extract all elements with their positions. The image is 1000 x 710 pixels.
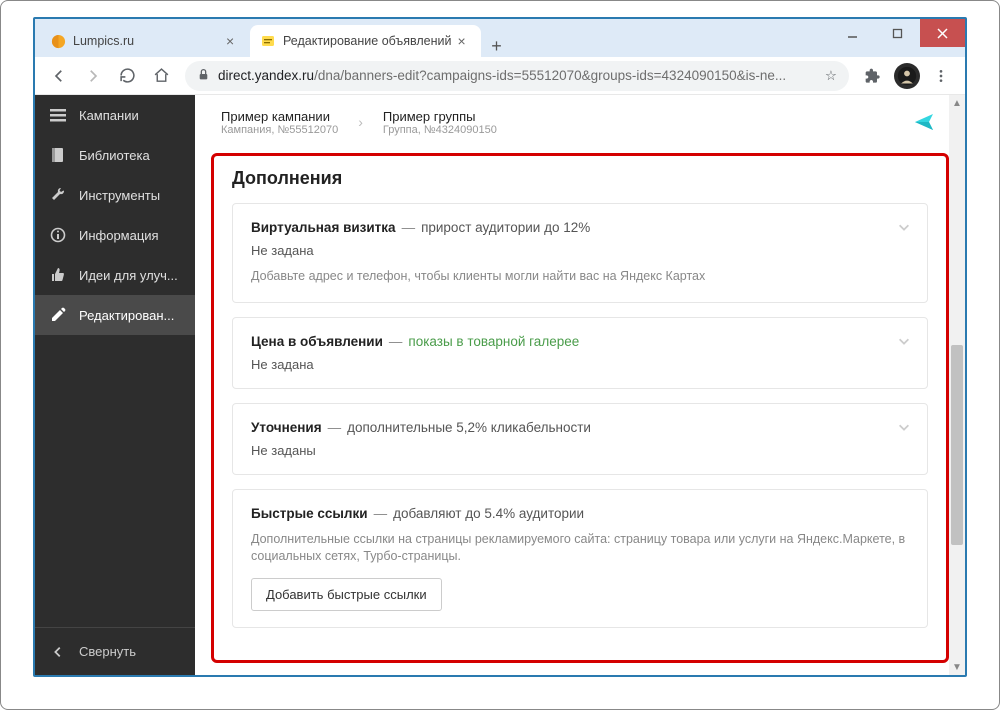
sidebar-item-tools[interactable]: Инструменты xyxy=(35,175,195,215)
sidebar-item-info[interactable]: Информация xyxy=(35,215,195,255)
tab-close-1[interactable]: × xyxy=(226,33,240,49)
sidebar-item-campaigns[interactable]: Кампании xyxy=(35,95,195,135)
wrench-icon xyxy=(49,187,67,203)
sidebar-label: Кампании xyxy=(79,108,139,123)
scrollbar[interactable]: ▲ ▼ xyxy=(949,95,965,675)
card-callouts[interactable]: Уточнения — дополнительные 5,2% кликабел… xyxy=(232,403,928,475)
sidebar-item-edit[interactable]: Редактирован... xyxy=(35,295,195,335)
sidebar-item-ideas[interactable]: Идеи для улуч... xyxy=(35,255,195,295)
card-price[interactable]: Цена в объявлении — показы в товарной га… xyxy=(232,317,928,389)
chevron-down-icon xyxy=(897,220,911,239)
sidebar-label: Информация xyxy=(79,228,159,243)
url-path: /dna/banners-edit?campaigns-ids=55512070… xyxy=(314,68,786,83)
browser-tab-1[interactable]: Lumpics.ru × xyxy=(40,25,250,57)
lock-icon xyxy=(197,68,210,84)
card-title: Виртуальная визитка xyxy=(251,220,396,235)
sidebar-label: Библиотека xyxy=(79,148,150,163)
reload-button[interactable] xyxy=(111,60,143,92)
info-icon xyxy=(49,227,67,243)
chevron-down-icon xyxy=(897,334,911,353)
sidebar-label: Идеи для улуч... xyxy=(79,268,178,283)
scroll-up-icon[interactable]: ▲ xyxy=(949,95,965,111)
scroll-down-icon[interactable]: ▼ xyxy=(949,659,965,675)
forward-button[interactable] xyxy=(77,60,109,92)
card-dash: — xyxy=(402,220,416,235)
tab-close-2[interactable]: × xyxy=(457,33,471,49)
scroll-thumb[interactable] xyxy=(951,345,963,545)
tab-favicon-1 xyxy=(50,33,66,49)
collapse-label: Свернуть xyxy=(79,644,136,659)
bookmark-star-icon[interactable]: ☆ xyxy=(825,68,837,84)
breadcrumb-campaign-title: Пример кампании xyxy=(221,109,338,124)
tab-title-2: Редактирование объявлений xyxy=(283,34,451,48)
card-dash: — xyxy=(328,420,342,435)
card-sitelinks[interactable]: Быстрые ссылки — добавляют до 5.4% аудит… xyxy=(232,489,928,628)
card-dash: — xyxy=(389,334,403,349)
tab-favicon-2 xyxy=(260,33,276,49)
extensions-button[interactable] xyxy=(857,60,889,92)
card-suffix: показы в товарной галерее xyxy=(408,334,579,349)
sidebar-label: Инструменты xyxy=(79,188,160,203)
pencil-icon xyxy=(49,307,67,323)
extensions-section: Дополнения Виртуальная визитка — прирост… xyxy=(211,153,949,663)
chevron-right-icon: › xyxy=(358,114,363,130)
window-controls xyxy=(830,19,965,47)
chevron-left-icon xyxy=(49,645,67,659)
sidebar-item-library[interactable]: Библиотека xyxy=(35,135,195,175)
window-maximize[interactable] xyxy=(875,19,920,47)
breadcrumb-group-title: Пример группы xyxy=(383,109,497,124)
browser-tab-2[interactable]: Редактирование объявлений × xyxy=(250,25,481,57)
omnibox[interactable]: direct.yandex.ru/dna/banners-edit?campai… xyxy=(185,61,849,91)
card-title: Уточнения xyxy=(251,420,322,435)
tab-strip: Lumpics.ru × Редактирование объявлений ×… xyxy=(35,19,965,57)
card-suffix: дополнительные 5,2% кликабельности xyxy=(347,420,591,435)
breadcrumb-campaign-sub: Кампания, №55512070 xyxy=(221,124,338,136)
list-icon xyxy=(49,107,67,123)
chevron-down-icon xyxy=(897,420,911,439)
menu-button[interactable] xyxy=(925,60,957,92)
breadcrumb-campaign[interactable]: Пример кампании Кампания, №55512070 xyxy=(221,109,338,136)
card-status: Не задана xyxy=(251,243,909,258)
new-tab-button[interactable]: + xyxy=(481,36,511,57)
tab-title-1: Lumpics.ru xyxy=(73,34,220,48)
card-dash: — xyxy=(374,506,388,521)
book-icon xyxy=(49,147,67,163)
card-suffix: добавляют до 5.4% аудитории xyxy=(393,506,584,521)
sidebar-label: Редактирован... xyxy=(79,308,174,323)
card-title: Быстрые ссылки xyxy=(251,506,368,521)
send-button[interactable] xyxy=(909,107,939,137)
card-desc: Дополнительные ссылки на страницы реклам… xyxy=(251,531,909,566)
breadcrumb-group[interactable]: Пример группы Группа, №4324090150 xyxy=(383,109,497,136)
profile-avatar[interactable] xyxy=(891,60,923,92)
card-suffix: прирост аудитории до 12% xyxy=(421,220,590,235)
main-content: Пример кампании Кампания, №55512070 › Пр… xyxy=(195,95,965,675)
sidebar: Кампании Библиотека Инструменты Информац… xyxy=(35,95,195,675)
address-bar: direct.yandex.ru/dna/banners-edit?campai… xyxy=(35,57,965,95)
back-button[interactable] xyxy=(43,60,75,92)
card-title: Цена в объявлении xyxy=(251,334,383,349)
window-close[interactable] xyxy=(920,19,965,47)
card-status: Не задана xyxy=(251,357,909,372)
card-status: Не заданы xyxy=(251,443,909,458)
breadcrumb-group-sub: Группа, №4324090150 xyxy=(383,124,497,136)
section-title: Дополнения xyxy=(232,168,928,189)
card-vcard[interactable]: Виртуальная визитка — прирост аудитории … xyxy=(232,203,928,303)
add-sitelinks-button[interactable]: Добавить быстрые ссылки xyxy=(251,578,442,611)
sidebar-collapse[interactable]: Свернуть xyxy=(35,627,195,675)
card-desc: Добавьте адрес и телефон, чтобы клиенты … xyxy=(251,268,909,286)
breadcrumb: Пример кампании Кампания, №55512070 › Пр… xyxy=(195,95,965,149)
url-host: direct.yandex.ru xyxy=(218,68,314,83)
home-button[interactable] xyxy=(145,60,177,92)
thumbs-up-icon xyxy=(49,267,67,283)
window-minimize[interactable] xyxy=(830,19,875,47)
